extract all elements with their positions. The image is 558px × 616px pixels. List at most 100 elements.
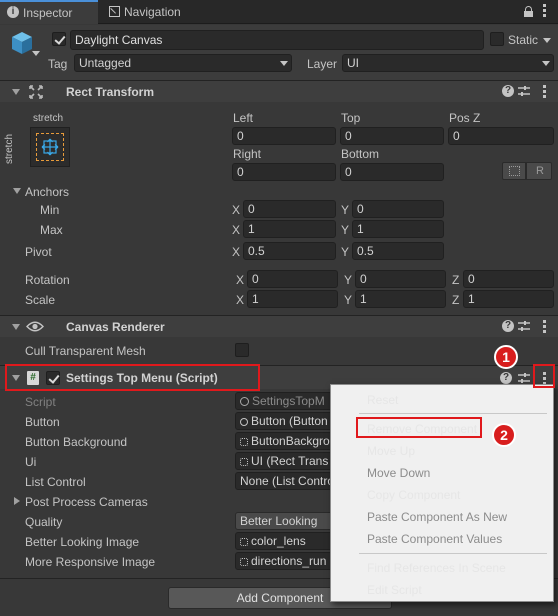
posz-value: 0 — [453, 129, 460, 143]
button-value: Button (Button — [251, 414, 328, 428]
canvas-renderer-foldout[interactable] — [12, 324, 20, 330]
min-label: Min — [40, 203, 60, 217]
menu-item-paste-values: Paste Component Values — [367, 532, 503, 546]
rect-transform-icon — [29, 85, 43, 99]
more-responsive-image-field[interactable]: directions_run — [235, 552, 335, 570]
list-control-field[interactable]: None (List Contro — [235, 472, 335, 490]
blueprint-icon — [509, 166, 520, 176]
cull-transparent-label: Cull Transparent Mesh — [25, 344, 146, 358]
right-label: Right — [233, 147, 262, 161]
layer-dropdown[interactable]: UI — [342, 54, 554, 72]
rect-transform-header[interactable]: Rect Transform ? — [0, 80, 558, 102]
stretch-horizontal-label: stretch — [33, 113, 64, 124]
better-looking-image-field[interactable]: color_lens — [235, 532, 335, 550]
button-field[interactable]: Button (Button — [235, 412, 335, 430]
button-background-field[interactable]: ButtonBackgro — [235, 432, 335, 450]
menu-separator-2 — [359, 553, 547, 554]
post-process-foldout[interactable] — [14, 497, 20, 505]
ui-field[interactable]: UI (Rect Trans — [235, 452, 335, 470]
icon-dropdown-arrow[interactable] — [32, 51, 40, 56]
pivot-y-field[interactable]: 0.5 — [352, 242, 444, 260]
menu-item-move-up[interactable]: Move Up — [367, 443, 415, 459]
scale-x-field[interactable]: 1 — [247, 290, 338, 308]
menu-item-copy-component[interactable]: Copy Component — [367, 487, 460, 503]
pivot-label: Pivot — [25, 245, 52, 259]
max-y-field[interactable]: 1 — [352, 220, 444, 238]
static-dropdown-arrow[interactable] — [543, 38, 551, 43]
quality-label: Quality — [25, 515, 63, 529]
active-checkbox[interactable] — [52, 32, 66, 46]
rot-z-value: 0 — [468, 272, 475, 286]
static-checkbox[interactable] — [490, 32, 504, 46]
script-presets-icon[interactable] — [518, 372, 530, 384]
menu-item-edit-script[interactable]: Edit Script — [367, 582, 422, 598]
button-label: Button — [25, 415, 60, 429]
canvas-help-icon[interactable]: ? — [502, 320, 514, 332]
pivot-x-axis: X — [232, 245, 241, 259]
rot-y-value: 0 — [360, 272, 367, 286]
scale-y-field[interactable]: 1 — [355, 290, 446, 308]
blueprint-mode-button[interactable] — [502, 162, 526, 180]
ui-value: UI (Rect Trans — [251, 454, 329, 468]
rot-y-field[interactable]: 0 — [355, 270, 446, 288]
tab-menu-icon[interactable] — [542, 4, 546, 18]
presets-icon[interactable] — [518, 85, 530, 97]
object-header: Daylight Canvas Static Tag Untagged Laye… — [0, 25, 558, 80]
max-label: Max — [40, 223, 63, 237]
navigation-icon — [106, 6, 120, 18]
script-field: SettingsTopM — [235, 392, 335, 410]
button-object-icon — [240, 418, 248, 426]
pivot-y-axis: Y — [341, 245, 350, 259]
top-value: 0 — [345, 129, 352, 143]
object-name-field[interactable]: Daylight Canvas — [70, 30, 484, 50]
tab-navigation[interactable]: Navigation — [100, 0, 210, 24]
step-badge-1: 1 — [494, 345, 518, 369]
left-field[interactable]: 0 — [232, 127, 336, 145]
min-x-field[interactable]: 0 — [243, 200, 336, 218]
step-badge-2: 2 — [492, 423, 516, 447]
add-component-label: Add Component — [236, 591, 324, 605]
layer-label: Layer — [307, 57, 338, 71]
rot-z-field[interactable]: 0 — [463, 270, 554, 288]
min-y-axis: Y — [341, 203, 350, 217]
canvas-presets-icon[interactable] — [518, 320, 530, 332]
rot-x-field[interactable]: 0 — [247, 270, 338, 288]
lock-icon[interactable] — [524, 6, 533, 17]
script-value: SettingsTopM — [252, 394, 325, 408]
bottom-value: 0 — [345, 165, 352, 179]
top-field[interactable]: 0 — [340, 127, 444, 145]
canvas-renderer-header[interactable]: Canvas Renderer ? — [0, 315, 558, 337]
min-y-field[interactable]: 0 — [352, 200, 444, 218]
quality-dropdown[interactable]: Better Looking — [235, 512, 335, 530]
button-background-object-icon — [240, 438, 248, 446]
raw-edit-button[interactable]: R — [526, 162, 552, 180]
tab-inspector[interactable]: i Inspector — [0, 0, 98, 24]
posz-field[interactable]: 0 — [448, 127, 554, 145]
menu-item-find-references[interactable]: Find References In Scene — [367, 560, 506, 576]
menu-item-reset[interactable]: Reset — [367, 392, 398, 408]
canvas-menu-icon[interactable] — [543, 320, 546, 333]
min-x-value: 0 — [248, 202, 255, 216]
tag-value: Untagged — [79, 56, 132, 70]
anchors-foldout[interactable] — [13, 188, 21, 194]
button-background-label: Button Background — [25, 435, 128, 449]
pivot-x-field[interactable]: 0.5 — [243, 242, 336, 260]
script-help-icon[interactable]: ? — [500, 372, 512, 384]
component-menu-icon[interactable] — [543, 85, 546, 98]
scale-z-field[interactable]: 1 — [463, 290, 554, 308]
pivot-x-value: 0.5 — [248, 244, 265, 258]
help-icon[interactable]: ? — [502, 85, 514, 97]
cull-transparent-checkbox[interactable] — [235, 343, 249, 357]
anchor-presets-button[interactable] — [30, 127, 70, 167]
right-value: 0 — [237, 165, 244, 179]
bottom-field[interactable]: 0 — [340, 163, 444, 181]
right-field[interactable]: 0 — [232, 163, 336, 181]
quality-value: Better Looking — [240, 514, 318, 528]
better-looking-image-label: Better Looking Image — [25, 535, 140, 549]
rect-transform-foldout[interactable] — [12, 89, 20, 95]
tag-dropdown[interactable]: Untagged — [74, 54, 292, 72]
post-process-label: Post Process Cameras — [25, 495, 148, 509]
max-x-field[interactable]: 1 — [243, 220, 336, 238]
ui-object-icon — [240, 458, 248, 466]
layer-dropdown-arrow — [542, 61, 550, 66]
